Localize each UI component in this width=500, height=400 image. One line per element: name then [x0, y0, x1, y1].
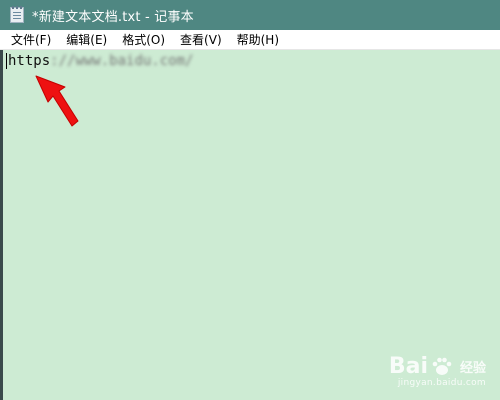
menu-edit[interactable]: 编辑(E): [60, 31, 113, 49]
watermark-url: jingyan.baidu.com: [397, 378, 486, 388]
baidu-jingyan-watermark: Bai 经验 jingyan.baidu.com: [389, 354, 486, 388]
notepad-window: *新建文本文档.txt - 记事本 文件(F) 编辑(E) 格式(O) 查看(V…: [0, 0, 500, 400]
menu-view[interactable]: 查看(V): [174, 31, 228, 49]
blurred-url-text: ://www.baidu.com/: [50, 53, 194, 69]
menu-bar: 文件(F) 编辑(E) 格式(O) 查看(V) 帮助(H): [0, 30, 500, 50]
menu-format[interactable]: 格式(O): [116, 31, 171, 49]
typed-text: https: [8, 53, 51, 69]
watermark-brand: Bai: [388, 354, 428, 379]
watermark-logo: Bai 经验: [389, 354, 486, 379]
window-title: *新建文本文档.txt - 记事本: [32, 9, 194, 25]
title-bar[interactable]: *新建文本文档.txt - 记事本: [0, 0, 500, 30]
menu-help[interactable]: 帮助(H): [231, 31, 285, 49]
paw-icon: [432, 357, 452, 375]
menu-file[interactable]: 文件(F): [5, 31, 57, 49]
text-line: https ://www.baidu.com/: [6, 53, 193, 69]
watermark-suffix: 经验: [459, 361, 486, 376]
notepad-icon: [10, 6, 24, 23]
text-caret: [6, 53, 7, 69]
red-arrow-annotation: [35, 75, 79, 127]
